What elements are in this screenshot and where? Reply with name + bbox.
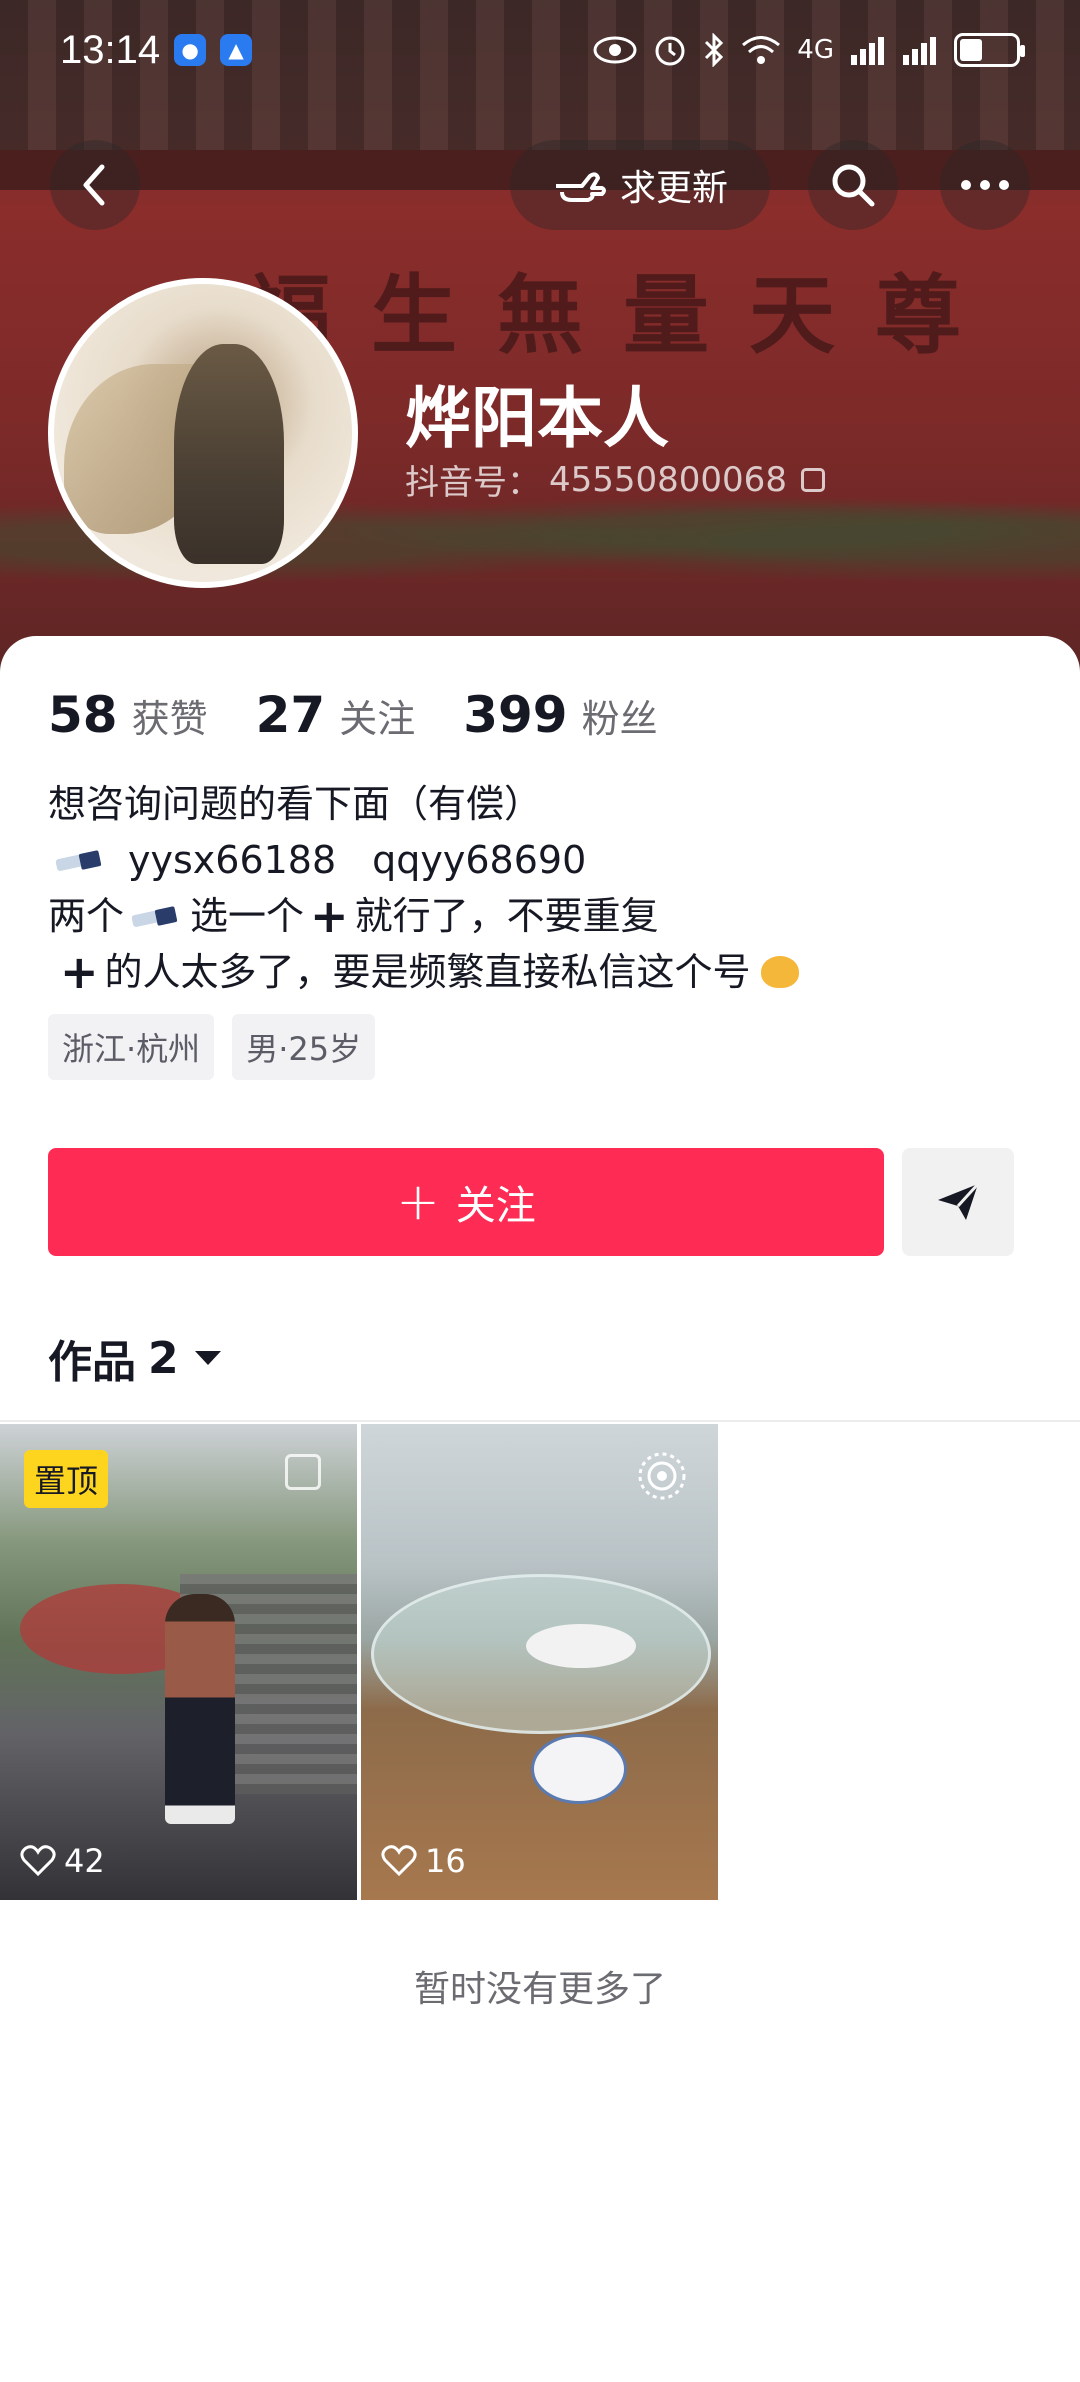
profile-id-label: 抖音号： (405, 463, 541, 503)
status-bar: 13:14 ● ▲ 4G (0, 0, 1080, 100)
profile-card: 58 获赞 27 关注 399 粉丝 想咨询问题的看下面（有偿） yysx661… (0, 636, 1080, 2382)
plus-icon: + (310, 889, 349, 943)
bluetooth-icon (705, 33, 724, 67)
heart-outline-icon (381, 1845, 417, 1877)
telephone-icon (56, 849, 106, 871)
pinned-badge: 置顶 (24, 1450, 109, 1508)
status-indicators: 4G (593, 33, 1025, 67)
chevron-left-icon (83, 164, 105, 206)
request-update-button[interactable]: 求更新 (510, 140, 770, 230)
profile-bio: 想咨询问题的看下面（有偿） yysx66188 qqyy68690 两个 选一个… (48, 776, 1048, 1000)
select-checkbox[interactable] (285, 1454, 321, 1490)
search-icon (832, 164, 875, 207)
alarm-icon (655, 36, 685, 66)
caret-down-icon (194, 1351, 221, 1365)
plus-icon: + (396, 1172, 440, 1232)
back-button[interactable] (50, 140, 140, 230)
wifi-icon (742, 36, 781, 64)
more-button[interactable] (940, 140, 1030, 230)
bio-line-4: + 的人太多了，要是频繁直接私信这个号 (48, 944, 1048, 1000)
grid-empty-cell (722, 1424, 1079, 1900)
thumb-bowl (531, 1734, 627, 1804)
stat-followers[interactable]: 399 粉丝 (463, 686, 657, 744)
thumb-person (165, 1594, 235, 1824)
tag-location: 浙江·杭州 (48, 1014, 215, 1080)
pointing-hand-icon (555, 172, 606, 202)
battery-icon (954, 33, 1025, 67)
bio-line-2: yysx66188 qqyy68690 (48, 832, 1048, 888)
bio-line-3-a: 两个 (48, 894, 125, 938)
request-update-label: 求更新 (619, 168, 728, 209)
signal-icon-2 (903, 37, 936, 65)
video-thumbnail[interactable]: 16 (361, 1424, 718, 1900)
stat-following-value: 27 (255, 686, 326, 744)
stat-followers-label: 粉丝 (581, 697, 658, 741)
app-notification-icon: ▲ (220, 34, 253, 66)
copy-icon[interactable] (800, 467, 825, 492)
plus-icon: + (60, 945, 99, 999)
search-button[interactable] (808, 140, 898, 230)
no-more-text: 暂时没有更多了 (413, 1969, 666, 2010)
works-grid: 置顶 42 16 (0, 1424, 1079, 1900)
thumb-plate (526, 1624, 636, 1668)
bio-line-1: 想咨询问题的看下面（有偿） (48, 782, 543, 826)
video-thumbnail[interactable]: 置顶 42 (0, 1424, 357, 1900)
heart-outline-icon (20, 1845, 56, 1877)
works-tab[interactable]: 作品 2 (48, 1326, 221, 1390)
video-likes: 42 (20, 1842, 105, 1880)
telephone-icon (132, 905, 182, 927)
network-label: 4G (797, 35, 834, 65)
video-likes-count: 16 (425, 1842, 466, 1880)
stat-following[interactable]: 27 关注 (256, 686, 416, 744)
send-icon (938, 1182, 980, 1220)
bio-line-4-a: 的人太多了，要是频繁直接私信这个号 (104, 950, 751, 994)
heart-hands-icon (757, 952, 803, 992)
profile-id-value: 45550800068 (549, 459, 787, 500)
bio-line-3: 两个 选一个 + 就行了，不要重复 (48, 888, 1048, 944)
avatar[interactable] (48, 278, 358, 588)
bio-line-3-c: 就行了，不要重复 (354, 894, 659, 938)
bio-line-3-b: 选一个 (190, 894, 305, 938)
works-label: 作品 (48, 1337, 136, 1388)
video-likes: 16 (381, 1842, 466, 1880)
eye-icon (593, 36, 637, 64)
stat-likes-value: 58 (48, 686, 118, 744)
bio-contact-1: yysx66188 (128, 838, 337, 882)
battery-level (960, 39, 982, 61)
status-time: 13:14 (60, 27, 161, 72)
message-button[interactable] (902, 1148, 1014, 1256)
profile-name: 烨阳本人 (405, 380, 669, 457)
more-dots-icon (961, 180, 1009, 190)
video-likes-count: 42 (64, 1842, 105, 1880)
stat-likes-label: 获赞 (131, 697, 208, 741)
stat-likes[interactable]: 58 获赞 (48, 686, 208, 744)
stats-row: 58 获赞 27 关注 399 粉丝 (48, 686, 658, 744)
profile-tags: 浙江·杭州 男·25岁 (48, 1014, 376, 1080)
cover-wall-text: 福生無量天尊 (245, 265, 1001, 366)
works-count: 2 (148, 1332, 179, 1384)
follow-button[interactable]: + 关注 (48, 1148, 884, 1256)
stat-following-label: 关注 (339, 697, 416, 741)
chat-notification-icon: ● (174, 34, 207, 66)
stat-followers-value: 399 (463, 686, 568, 744)
live-photo-icon (638, 1452, 686, 1500)
bio-contact-2: qqyy68690 (372, 838, 587, 882)
divider (0, 1420, 1080, 1422)
tag-gender-age: 男·25岁 (232, 1014, 376, 1080)
follow-label: 关注 (455, 1183, 536, 1229)
avatar-figure-shape (174, 344, 284, 564)
profile-id[interactable]: 抖音号： 45550800068 (405, 455, 825, 504)
signal-icon (851, 37, 884, 65)
